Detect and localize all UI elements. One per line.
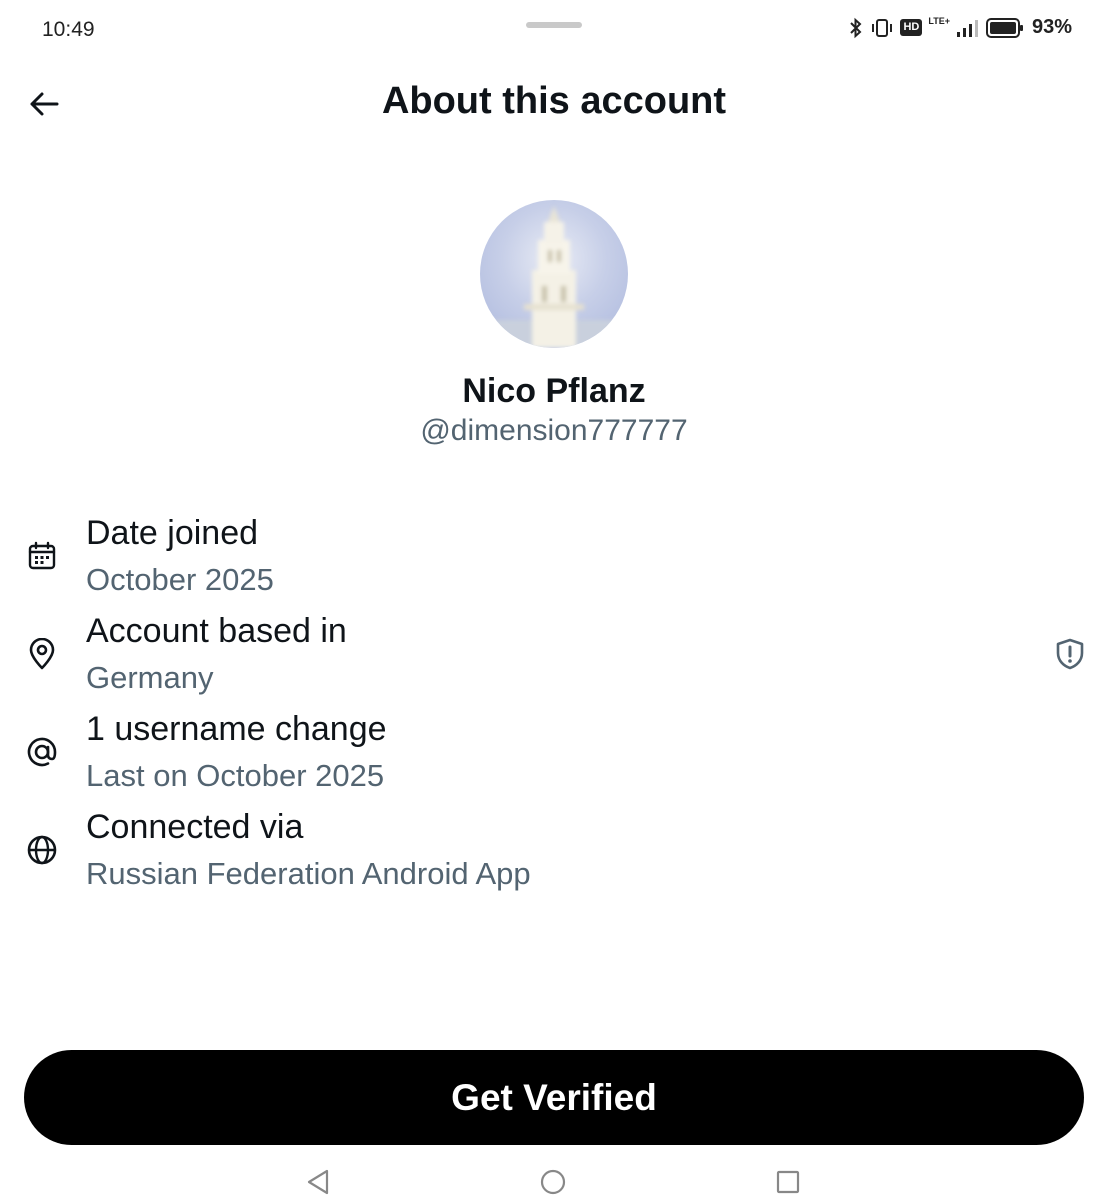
header: About this account	[0, 68, 1108, 138]
status-icons: HD LTE+ 93%	[848, 16, 1072, 39]
info-label: Date joined	[86, 514, 259, 552]
vibrate-icon	[870, 17, 894, 39]
system-nav-bar	[0, 1160, 1108, 1200]
tower-image	[480, 206, 628, 348]
circle-home-icon	[540, 1169, 566, 1195]
nav-recents-button[interactable]	[768, 1166, 808, 1198]
info-value: Last on October 2025	[86, 758, 385, 793]
username-handle: @dimension777777	[420, 414, 688, 447]
status-time: 10:49	[42, 18, 95, 41]
lte-label: LTE+	[928, 16, 950, 26]
status-bar: 10:49 HD LTE+ 93%	[0, 0, 1108, 60]
nav-back-button[interactable]	[298, 1166, 338, 1198]
bluetooth-icon	[848, 17, 864, 39]
location-pin-icon	[22, 634, 62, 674]
info-label: 1 username change	[86, 710, 387, 748]
display-name: Nico Pflanz	[462, 372, 646, 410]
triangle-back-icon	[307, 1169, 329, 1195]
about-account-screen: 10:49 HD LTE+ 93% About this account Nic…	[0, 0, 1108, 1200]
info-row-account-based-in: Account based in Germany	[0, 606, 1108, 704]
avatar[interactable]	[480, 200, 628, 348]
info-label: Account based in	[86, 612, 347, 650]
battery-icon	[985, 17, 1024, 39]
hd-badge: HD	[900, 19, 923, 36]
info-row-connected-via: Connected via Russian Federation Android…	[0, 802, 1108, 900]
info-label: Connected via	[86, 808, 304, 846]
info-value: Russian Federation Android App	[86, 856, 531, 891]
battery-percent: 93%	[1031, 16, 1072, 38]
info-row-date-joined: Date joined October 2025	[0, 508, 1108, 606]
globe-icon	[22, 830, 62, 870]
info-value: Germany	[86, 660, 214, 695]
shield-alert-button[interactable]	[1050, 634, 1090, 674]
info-value: October 2025	[86, 562, 274, 597]
square-recents-icon	[776, 1170, 800, 1194]
nav-home-button[interactable]	[533, 1166, 573, 1198]
account-info-list: Date joined October 2025 Account based i…	[0, 508, 1108, 900]
info-row-username-change: 1 username change Last on October 2025	[0, 704, 1108, 802]
get-verified-button[interactable]: Get Verified	[24, 1050, 1084, 1145]
drag-handle	[526, 22, 582, 28]
calendar-icon	[22, 536, 62, 576]
shield-alert-icon	[1056, 638, 1084, 670]
at-sign-icon	[22, 732, 62, 772]
signal-icon	[956, 17, 980, 39]
page-title: About this account	[381, 80, 727, 122]
